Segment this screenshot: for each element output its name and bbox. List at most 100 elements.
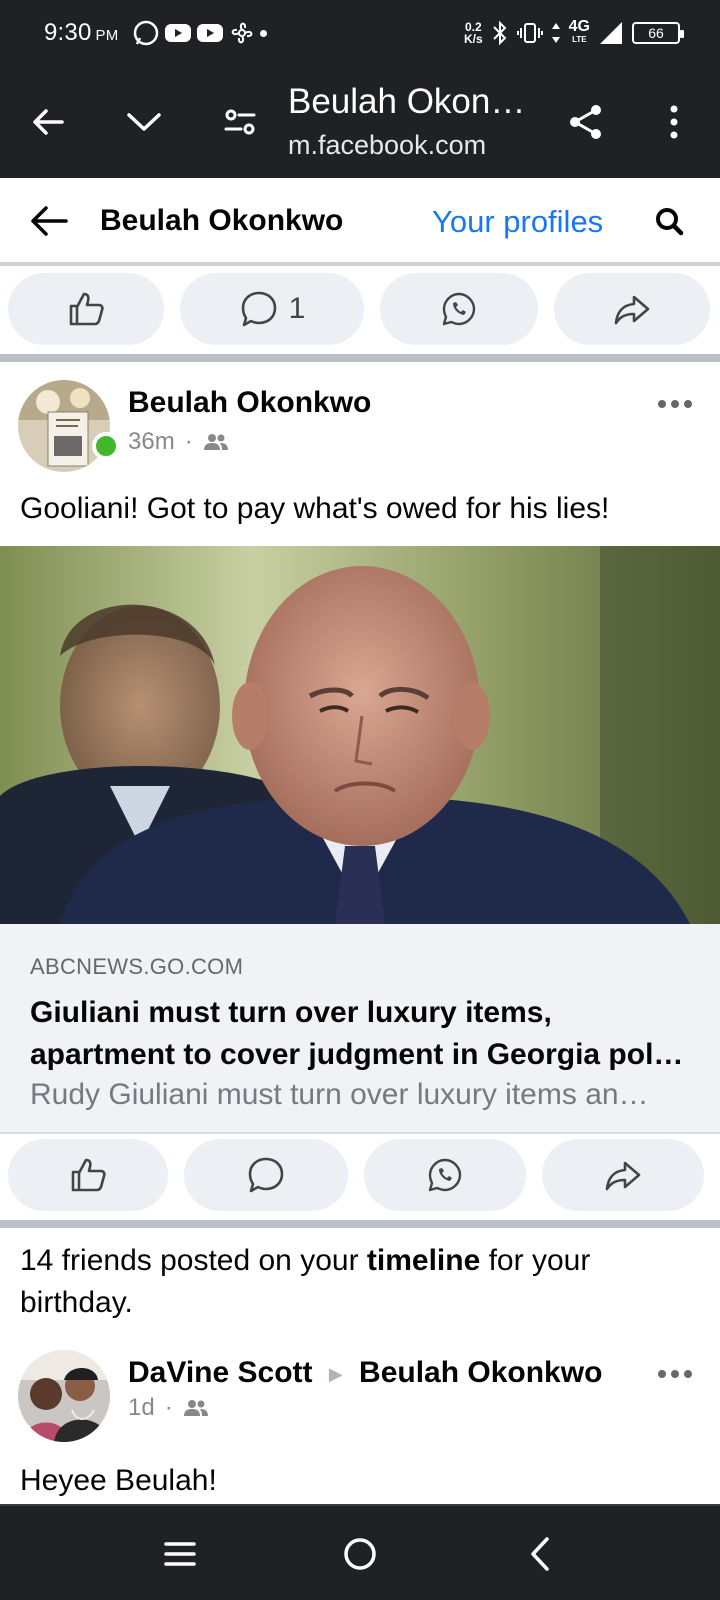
friends-audience-icon	[183, 1400, 208, 1416]
previous-post-actions: 1	[0, 264, 720, 354]
collapse-button[interactable]	[116, 94, 172, 150]
comment-button[interactable]: 1	[180, 273, 364, 345]
birthday-summary: 14 friends posted on your timeline for y…	[20, 1240, 700, 1324]
post2-time[interactable]: 1d	[128, 1394, 155, 1422]
network-sublabel: LTE	[572, 35, 587, 44]
system-navigation-bar	[0, 1504, 720, 1600]
birthday-text-pre: 14 friends posted on your	[20, 1244, 367, 1277]
your-profiles-link[interactable]: Your profiles	[432, 204, 603, 240]
news-photo	[0, 546, 720, 924]
post2-meta: 1d ·	[128, 1394, 209, 1422]
post2-options-button[interactable]	[658, 1364, 702, 1384]
post2-header: DaVine Scott ▶ Beulah Okonkwo 1d ·	[0, 1332, 720, 1442]
comment-count: 1	[288, 292, 306, 325]
chevron-down-icon	[127, 113, 161, 131]
post-meta: 36m ·	[128, 428, 229, 456]
timeline-link[interactable]: timeline	[367, 1244, 480, 1277]
post-options-button[interactable]	[658, 394, 702, 414]
data-arrows-icon	[551, 23, 560, 43]
recents-button[interactable]	[150, 1524, 210, 1584]
network-label: 4G	[568, 18, 590, 35]
dot	[658, 400, 666, 408]
post2-author[interactable]: DaVine Scott	[128, 1356, 313, 1389]
back-button[interactable]	[20, 94, 76, 150]
arrow-left-icon	[33, 109, 64, 135]
dot	[684, 400, 692, 408]
share-post-button[interactable]	[542, 1139, 704, 1211]
home-button[interactable]	[330, 1524, 390, 1584]
post-author[interactable]: Beulah Okonkwo	[128, 386, 371, 420]
post-time[interactable]: 36m	[128, 428, 175, 456]
search-button[interactable]	[650, 202, 690, 242]
status-time: 9:30 PM	[44, 19, 118, 47]
dot	[684, 1370, 692, 1378]
dot	[671, 400, 679, 408]
dot	[671, 1370, 679, 1378]
link-preview-image[interactable]	[0, 546, 720, 924]
fan-icon	[232, 22, 253, 44]
post2-text: Heyee Beulah!	[20, 1464, 217, 1497]
friends-audience-icon	[203, 434, 228, 450]
meta-separator: ·	[164, 1394, 173, 1421]
whatsapp-share-button[interactable]	[364, 1139, 526, 1211]
battery-icon: 66	[632, 22, 684, 44]
link-description: Rudy Giuliani must turn over luxury item…	[30, 1078, 649, 1111]
browser-toolbar: Beulah Okon… m.facebook.com	[0, 66, 720, 178]
post2-author-line: DaVine Scott ▶ Beulah Okonkwo	[128, 1356, 602, 1390]
whatsapp-icon	[428, 1158, 462, 1192]
arrow-left-icon	[31, 206, 68, 236]
search-icon	[656, 208, 684, 236]
author-avatar[interactable]	[18, 380, 110, 472]
clock-ampm: PM	[95, 27, 119, 44]
browser-menu-button[interactable]	[646, 94, 702, 150]
thumbs-up-icon	[71, 1158, 106, 1192]
page-settings-button[interactable]	[212, 94, 268, 150]
share-post-button[interactable]	[554, 273, 710, 345]
bluetooth-icon	[492, 20, 507, 46]
tune-icon	[224, 109, 256, 135]
net-speed-unit: K/s	[463, 32, 483, 46]
avatar-image	[18, 380, 110, 472]
status-bar: 9:30 PM 0.2 K/s 4G LTE 66	[0, 0, 720, 66]
link-preview-card[interactable]: ABCNEWS.GO.COM Giuliani must turn over l…	[0, 924, 720, 1134]
posted-to-arrow: ▶	[328, 1363, 343, 1384]
whatsapp-icon	[134, 20, 159, 46]
more-notifications-dot	[260, 29, 268, 37]
link-title: Giuliani must turn over luxury items, ap…	[30, 992, 690, 1076]
browser-page-title: Beulah Okon…	[288, 82, 526, 121]
like-button[interactable]	[8, 273, 164, 345]
share-arrow-icon	[605, 1161, 641, 1191]
link-title-line2: apartment to cover judgment in Georgia p…	[30, 1038, 690, 1071]
like-button[interactable]	[8, 1139, 168, 1211]
comment-icon	[248, 1157, 284, 1193]
whatsapp-share-button[interactable]	[380, 273, 538, 345]
feed-separator	[0, 354, 720, 362]
chevron-left-icon	[531, 1537, 549, 1571]
notification-icons	[132, 19, 268, 47]
comment-icon	[241, 291, 276, 327]
share-icon	[570, 105, 601, 139]
whatsapp-icon	[442, 292, 476, 326]
home-circle-icon	[344, 1538, 376, 1570]
comment-button[interactable]	[184, 1139, 348, 1211]
clock: 9:30	[44, 19, 92, 46]
browser-url[interactable]: m.facebook.com	[288, 130, 486, 161]
youtube-icon	[165, 24, 192, 42]
profile-name-title: Beulah Okonkwo	[100, 204, 344, 237]
fb-back-button[interactable]	[26, 198, 72, 244]
facebook-header: Beulah Okonkwo Your profiles	[0, 178, 720, 266]
link-title-line1: Giuliani must turn over luxury items,	[30, 996, 552, 1029]
share-button[interactable]	[558, 94, 614, 150]
post2-target[interactable]: Beulah Okonkwo	[359, 1356, 602, 1389]
meta-separator: ·	[184, 428, 193, 455]
more-vertical-icon	[670, 105, 678, 139]
thumbs-up-icon	[69, 292, 104, 326]
battery-level: 66	[648, 25, 664, 41]
dot	[658, 1370, 666, 1378]
vibrate-icon	[516, 23, 543, 43]
author-avatar[interactable]	[18, 1350, 110, 1442]
status-right: 0.2 K/s 4G LTE 66	[463, 18, 684, 46]
post-actions	[0, 1130, 720, 1220]
network-type: 4G LTE	[568, 18, 590, 46]
system-back-button[interactable]	[510, 1524, 570, 1584]
